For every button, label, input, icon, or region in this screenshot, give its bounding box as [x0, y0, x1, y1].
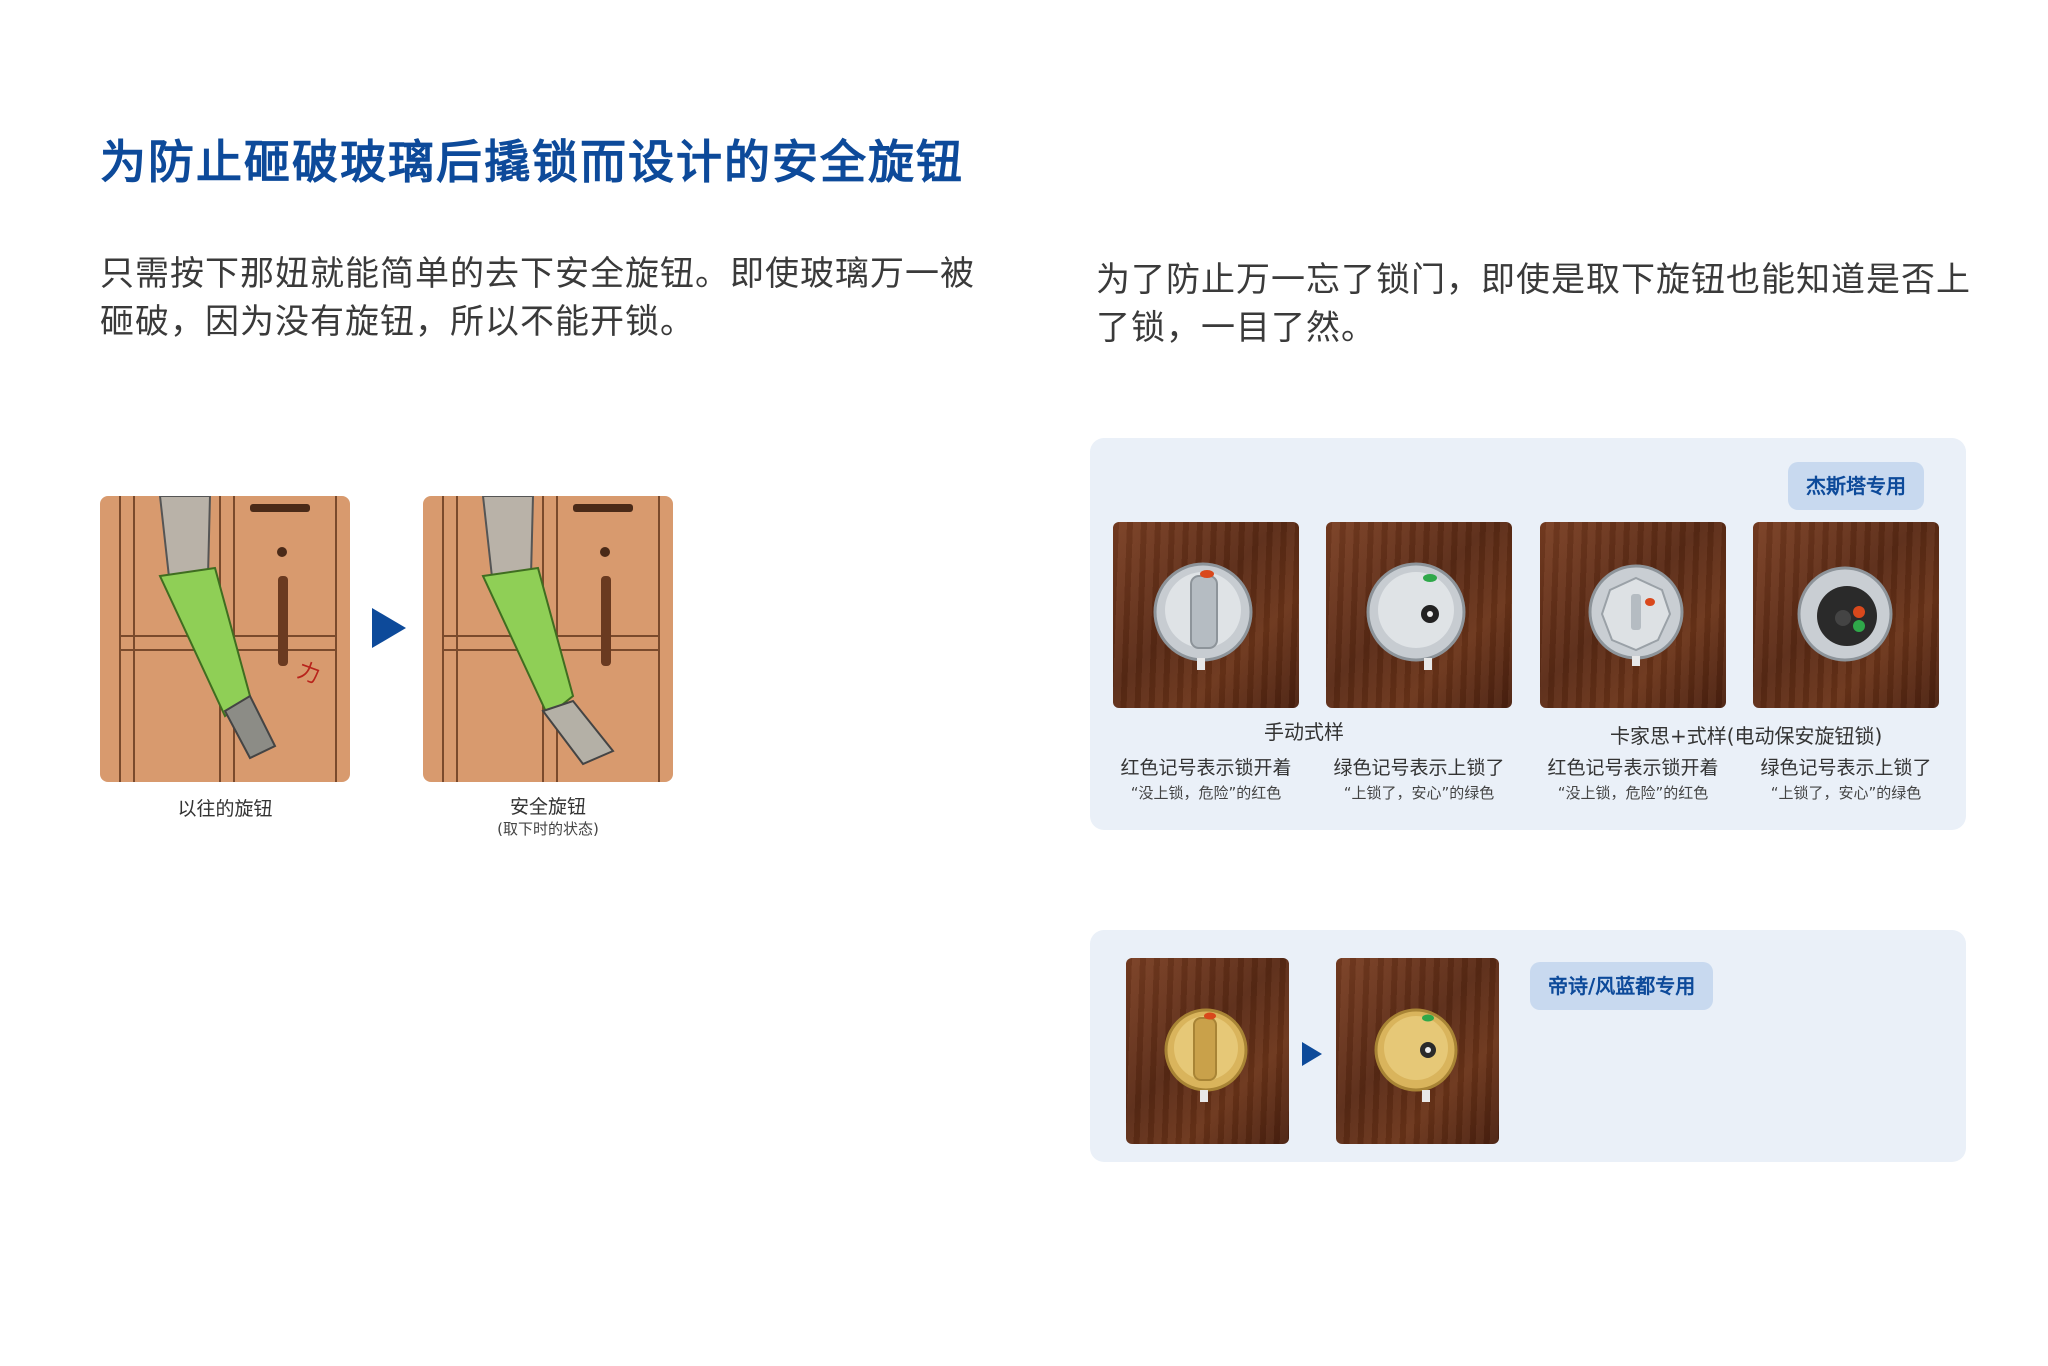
safety-knob-subcaption: (取下时的状态)	[497, 820, 599, 838]
knob-description: 绿色记号表示上锁了 “上锁了，安心”的绿色	[1314, 755, 1524, 805]
description-line2: “上锁了，安心”的绿色	[1343, 784, 1495, 802]
manual-knob-locked-photo	[1326, 522, 1512, 708]
knob-description: 红色记号表示锁开着 “没上锁，危险”的红色	[1528, 755, 1738, 805]
conventional-knob-caption: 以往的旋钮	[177, 798, 273, 820]
description-line2: “没上锁，危险”的红色	[1130, 784, 1282, 802]
gold-knob-unlocked-photo	[1126, 958, 1289, 1144]
arrow-right-icon	[1302, 1042, 1322, 1066]
safety-knob-illustration	[423, 496, 673, 782]
manual-knob-unlocked-photo	[1113, 522, 1299, 708]
description-line2: “没上锁，危险”的红色	[1557, 784, 1709, 802]
safety-knob-caption: 安全旋钮	[509, 796, 586, 818]
gold-knob-removed-photo	[1336, 958, 1499, 1144]
description-line1: 绿色记号表示上锁了	[1333, 757, 1505, 779]
electric-knob-locked-photo	[1753, 522, 1939, 708]
description-line2: “上锁了，安心”的绿色	[1770, 784, 1922, 802]
electric-knob-unlocked-photo	[1540, 522, 1726, 708]
dishi-fenglandu-badge: 帝诗/风蓝都专用	[1530, 962, 1714, 1010]
jesta-badge: 杰斯塔专用	[1788, 462, 1924, 510]
intro-left-text: 只需按下那妞就能简单的去下安全旋钮。即使玻璃万一被砸破，因为没有旋钮，所以不能开…	[100, 254, 975, 342]
description-line1: 红色记号表示锁开着	[1120, 757, 1292, 779]
manual-group-label: 手动式样	[1264, 720, 1344, 744]
knob-description: 绿色记号表示上锁了 “上锁了，安心”的绿色	[1741, 755, 1951, 805]
page-title: 为防止砸破玻璃后撬锁而设计的安全旋钮	[100, 135, 964, 189]
description-line1: 红色记号表示锁开着	[1547, 757, 1719, 779]
conventional-knob-illustration: 力	[100, 496, 350, 782]
arrow-right-icon	[372, 608, 406, 648]
intro-right-text: 为了防止万一忘了锁门，即使是取下旋钮也能知道是否上了锁，一目了然。	[1096, 260, 1971, 348]
description-line1: 绿色记号表示上锁了	[1760, 757, 1932, 779]
knob-description: 红色记号表示锁开着 “没上锁，危险”的红色	[1101, 755, 1311, 805]
electric-group-label: 卡家思+式样(电动保安旋钮锁)	[1610, 724, 1883, 748]
